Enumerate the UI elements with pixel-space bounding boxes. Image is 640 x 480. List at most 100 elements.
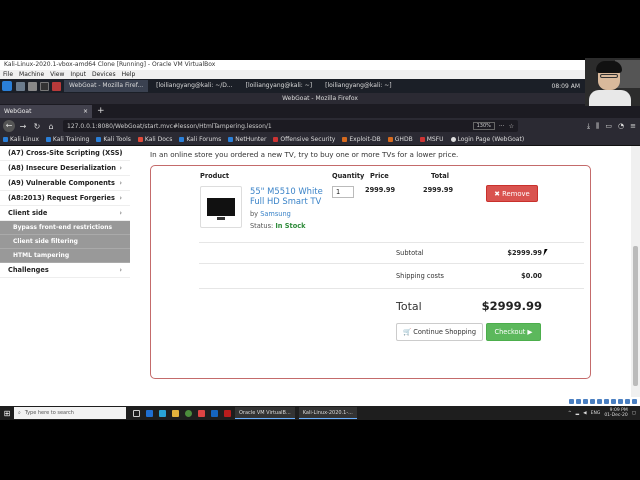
new-tab-button[interactable]: + [97,105,105,118]
terminal-icon[interactable] [40,81,49,91]
downloads-icon[interactable]: ⤓ [587,122,590,131]
remove-button[interactable]: ✖ Remove [486,185,538,202]
sidebar-item-xss[interactable]: (A7) Cross-Site Scripting (XSS) › [0,146,130,161]
chrome-icon[interactable] [185,409,192,417]
checkout-button[interactable]: Checkout ▶ [486,323,541,341]
forward-button[interactable]: → [17,122,29,131]
vbox-menu-file[interactable]: File [3,70,13,79]
product-brand: by Samsung [250,210,291,218]
vbox-menu-help[interactable]: Help [122,70,136,79]
page-scrollbar[interactable] [631,146,640,397]
volume-icon[interactable]: ◀ [583,411,586,416]
sidebar-item-request-forgeries[interactable]: (A8:2013) Request Forgeries › [0,191,130,206]
sidebar-item-deserialization[interactable]: (A8) Insecure Deserialization › [0,161,130,176]
grand-total-label: Total [396,300,422,313]
bottom-black-area [0,420,640,480]
brand-link[interactable]: Samsung [260,210,291,218]
mouse-integration-icon [632,399,637,404]
taskbar-kali-vm-app[interactable]: Kali-Linux-2020.1-... [298,407,357,419]
continue-shopping-button[interactable]: 🛒 Continue Shopping [396,323,483,341]
reload-button[interactable]: ↻ [31,122,43,131]
menu-icon[interactable]: ≡ [630,122,636,131]
pdf-icon[interactable] [224,409,231,417]
windows-search-box[interactable]: ⌕ Type here to search [14,407,126,419]
tab-webgoat[interactable]: WebGoat × [0,105,92,118]
sidebar-icon[interactable]: ▭ [605,122,612,131]
firefox-tab-strip: WebGoat × + [0,104,640,118]
sidebar-sub-bypass-frontend[interactable]: Bypass front-end restrictions [0,221,130,235]
desktop-icon[interactable] [16,81,25,91]
task-view-icon[interactable] [133,409,140,417]
product-name-link[interactable]: 55" M5510 White Full HD Smart TV [250,186,332,206]
explorer-icon[interactable] [172,409,179,417]
bookmark-ghdb[interactable]: GHDB [387,136,413,143]
bookmark-kali-linux[interactable]: Kali Linux [3,136,39,143]
edge-icon[interactable] [146,409,153,417]
tab-close-icon[interactable]: × [83,105,88,118]
bookmark-exploit-db[interactable]: Exploit-DB [342,136,381,143]
vbox-menu-input[interactable]: Input [70,70,86,79]
sidebar-item-vulnerable-components[interactable]: (A9) Vulnerable Components › [0,176,130,191]
vbox-menu-machine[interactable]: Machine [19,70,44,79]
home-button[interactable]: ⌂ [45,122,57,131]
mouse-cursor [543,249,551,256]
taskbar-webgoat-firefox[interactable]: WebGoat - Mozilla Firef... [64,80,149,92]
notifications-icon[interactable]: ▢ [632,411,636,416]
bookmark-offensive-security[interactable]: Offensive Security [273,136,335,143]
system-clock[interactable]: 9:09 PM 01-Dec-20 [604,408,627,418]
exploitdb-icon [342,137,348,142]
divider [199,242,584,243]
taskbar-terminal-3[interactable]: [loiliangyang@kali: ~] [320,80,396,92]
address-bar[interactable]: 127.0.0.1:8080/WebGoat/start.mvc#lesson/… [63,120,518,132]
screen: Kali-Linux-2020.1-vbox-amd64 Clone [Runn… [0,0,640,480]
kali-menu-icon[interactable] [2,81,12,91]
sidebar-item-client-side[interactable]: Client side › [0,206,130,221]
tab-label: WebGoat [4,108,32,115]
sidebar-item-challenges[interactable]: Challenges › [0,263,130,278]
bookmark-kali-forums[interactable]: Kali Forums [179,136,221,143]
bookmark-login-webgoat[interactable]: Login Page (WebGoat) [450,136,524,143]
input-language[interactable]: ENG [591,411,601,416]
tray-chevron-icon[interactable]: ^ [568,411,572,416]
sidebar-sub-html-tampering[interactable]: HTML tampering [0,249,130,263]
taskbar-terminal-1[interactable]: [loiliangyang@kali: ~/D... [151,80,238,92]
quantity-input[interactable]: 1 [332,186,354,198]
chevron-right-icon: › [119,149,122,157]
display-icon [611,399,616,404]
presenter-hair [596,61,622,73]
top-black-area [0,0,640,60]
taskbar-virtualbox-app[interactable]: Oracle VM VirtualB... [235,407,295,419]
bookmark-star-icon[interactable]: ☆ [509,123,514,130]
bookmark-kali-docs[interactable]: Kali Docs [137,136,172,143]
presenter-glasses [600,74,618,78]
bookmark-kali-tools[interactable]: Kali Tools [96,136,131,143]
bookmarks-toolbar: Kali Linux Kali Training Kali Tools Kali… [0,134,640,146]
zoom-level[interactable]: 130% [472,122,495,130]
account-icon[interactable]: ◔ [618,122,624,131]
bookmark-kali-training[interactable]: Kali Training [45,136,89,143]
library-icon[interactable]: ⫼ [596,122,599,131]
windows-start-icon[interactable]: ⊞ [0,406,14,420]
back-button[interactable]: ← [3,120,15,132]
vbox-menu-devices[interactable]: Devices [92,70,116,79]
chevron-right-icon: › [119,266,122,274]
firefox-icon[interactable] [52,81,61,91]
msfu-icon [419,137,425,142]
app-icon[interactable] [198,409,205,417]
grand-total-value: $2999.99 [481,299,542,313]
presenter-body [589,90,631,106]
word-icon[interactable] [211,409,218,417]
vbox-menu-view[interactable]: View [50,70,64,79]
store-icon[interactable] [159,409,166,417]
bookmark-nethunter[interactable]: NetHunter [228,136,266,143]
taskbar-terminal-2[interactable]: [loiliangyang@kali: ~] [241,80,317,92]
virtualbox-status-bar [0,397,640,406]
page-actions-icon[interactable]: ··· [499,123,505,130]
sidebar-sub-client-side-filtering[interactable]: Client side filtering [0,235,130,249]
files-icon[interactable] [28,81,37,91]
bookmark-msfu[interactable]: MSFU [419,136,444,143]
network-icon [590,399,595,404]
chevron-right-icon: › [119,209,122,217]
scrollbar-thumb[interactable] [633,246,638,386]
network-tray-icon[interactable]: ▂ [576,411,579,416]
